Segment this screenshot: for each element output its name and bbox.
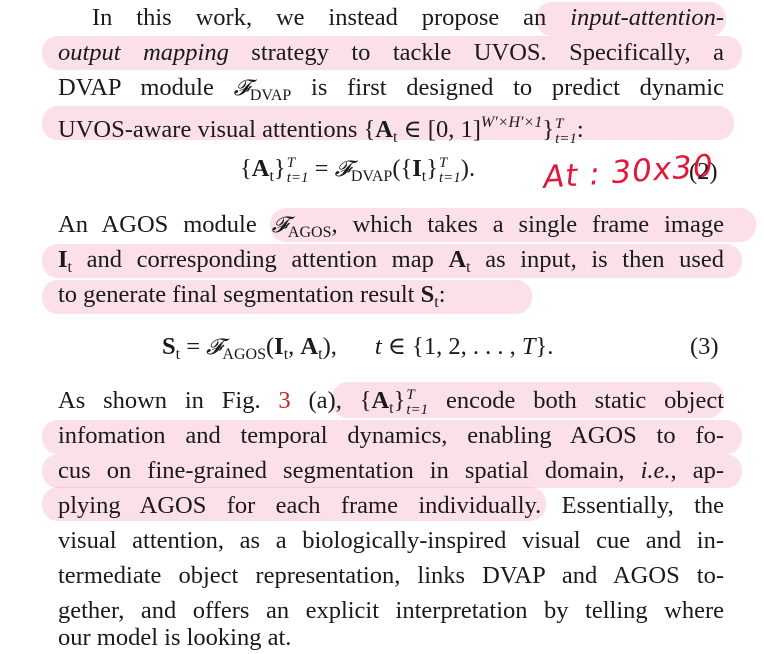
f-dvap-symbol: 𝓕DVAP — [233, 76, 292, 104]
equation-3-number: (3) — [690, 333, 719, 360]
f-agos-symbol: 𝓕AGOS — [271, 213, 332, 241]
para1-line1: In this work, we instead propose an inpu… — [92, 4, 724, 31]
para3-line8: our model is looking at. — [58, 624, 292, 651]
para2-line2: It and corresponding attention map At as… — [58, 246, 724, 276]
paper-page: In this work, we instead propose an inpu… — [0, 0, 764, 651]
para3-line6: termediate object representation, links … — [58, 562, 724, 589]
figure-ref-link[interactable]: 3 — [278, 387, 290, 414]
para3-line4: plying AGOS for each frame individually.… — [58, 492, 724, 519]
para3-line1: As shown in Fig. 3 (a), {At} Tt=1 encode … — [58, 387, 725, 418]
para3-line2: infomation and temporal dynamics, enabli… — [58, 422, 724, 449]
para1-line4: UVOS-aware visual attentions {At ∈ [0, 1… — [58, 114, 584, 147]
para3-line3: cus on fine-grained segmentation in spat… — [58, 457, 724, 484]
para2-line1: An AGOS module 𝓕AGOS, which takes a sing… — [58, 211, 724, 241]
para1-line3: DVAP module 𝓕DVAP is first designed to p… — [58, 74, 724, 104]
para3-line5: visual attention, as a biologically-insp… — [58, 527, 724, 554]
equation-2-number: (2) — [689, 158, 718, 185]
para2-line3: to generate final segmentation result St… — [58, 281, 446, 311]
equation-3: St = 𝓕AGOS(It, At), t ∈ {1, 2, . . . , T}… — [162, 333, 554, 363]
para1-line2: output mapping strategy to tackle UVOS. … — [58, 39, 724, 66]
equation-2: {At} Tt=1 = 𝓕DVAP({It} Tt=1). — [240, 155, 476, 186]
